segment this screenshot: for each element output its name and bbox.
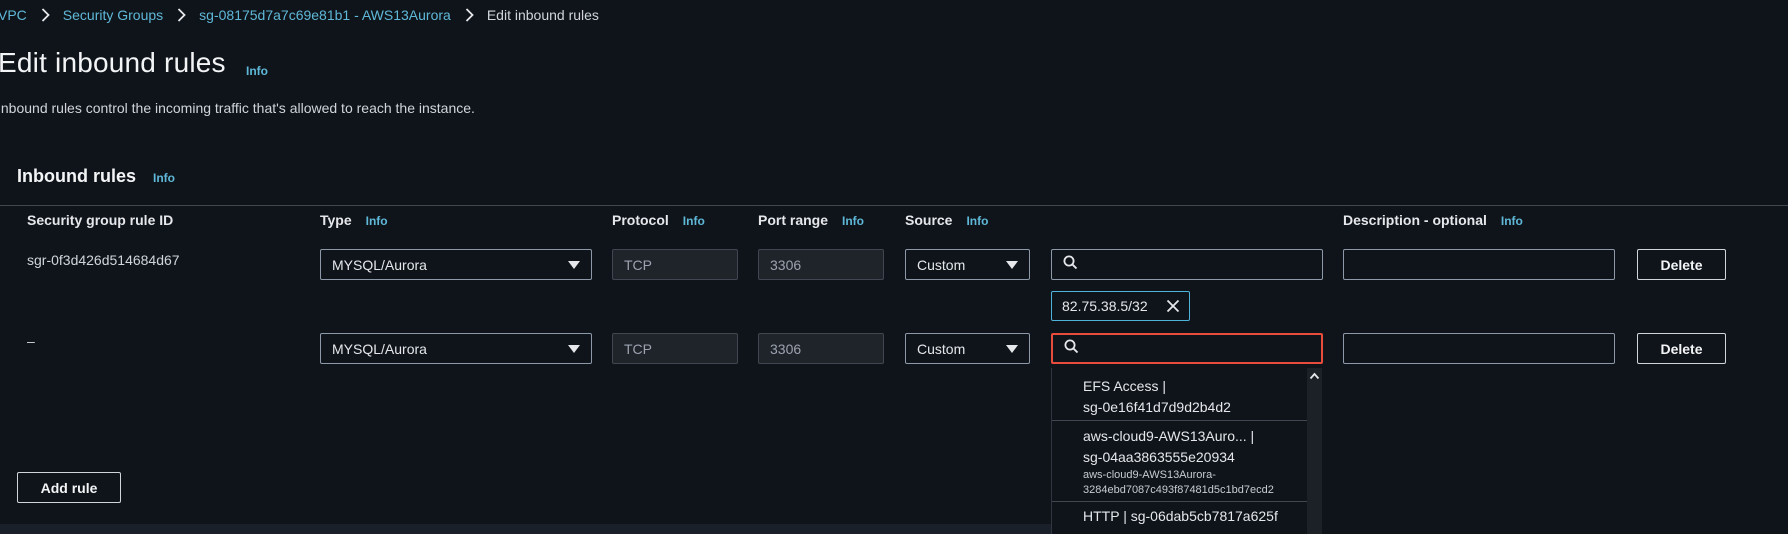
- protocol-field: TCP: [612, 249, 738, 280]
- port-range-info-link[interactable]: Info: [842, 214, 864, 228]
- list-divider: [1052, 420, 1307, 421]
- add-rule-button[interactable]: Add rule: [17, 472, 121, 503]
- search-icon: [1063, 255, 1078, 275]
- chevron-right-icon: [41, 8, 50, 22]
- port-range-field: 3306: [758, 333, 884, 364]
- list-item[interactable]: aws-cloud9-AWS13Auro... | sg-04aa3863555…: [1052, 426, 1307, 498]
- description-info-link[interactable]: Info: [1501, 214, 1523, 228]
- list-divider: [1052, 501, 1307, 502]
- breadcrumb: VPC Security Groups sg-08175d7a7c69e81b1…: [0, 5, 599, 25]
- source-select-value: Custom: [917, 256, 966, 273]
- breadcrumb-current: Edit inbound rules: [486, 7, 599, 23]
- option-id: sg-04aa3863555e20934: [1083, 449, 1235, 465]
- panel-title: Inbound rules: [17, 166, 136, 186]
- breadcrumb-vpc[interactable]: VPC: [0, 7, 27, 23]
- option-description: 3284ebd7087c493f87481d5c1bd7ecd2: [1083, 484, 1274, 496]
- chevron-right-icon: [177, 8, 186, 22]
- column-label: Security group rule ID: [27, 212, 174, 228]
- delete-button[interactable]: Delete: [1637, 333, 1726, 364]
- column-label: Port range: [758, 212, 829, 228]
- search-icon: [1064, 339, 1079, 359]
- source-search-input-active[interactable]: [1051, 333, 1323, 364]
- protocol-info-link[interactable]: Info: [683, 214, 705, 228]
- option-id: sg-0e16f41d7d9d2b4d2: [1083, 399, 1231, 415]
- title-info-link[interactable]: Info: [246, 64, 268, 78]
- chevron-right-icon: [465, 8, 474, 22]
- column-header-type: Type Info: [320, 212, 388, 228]
- description-input[interactable]: [1343, 249, 1615, 280]
- column-header-source: Source Info: [905, 212, 988, 228]
- source-select[interactable]: Custom: [905, 333, 1030, 364]
- type-info-link[interactable]: Info: [366, 214, 388, 228]
- option-title: HTTP | sg-06dab5cb7817a625f: [1083, 508, 1278, 524]
- description-input[interactable]: [1343, 333, 1615, 364]
- port-range-field: 3306: [758, 249, 884, 280]
- protocol-field: TCP: [612, 333, 738, 364]
- type-select[interactable]: MYSQL/Aurora: [320, 249, 592, 280]
- rule-id-cell: –: [27, 333, 35, 349]
- source-token-label: 82.75.38.5/32: [1062, 298, 1148, 314]
- list-item[interactable]: EFS Access | sg-0e16f41d7d9d2b4d2: [1052, 376, 1307, 418]
- source-info-link[interactable]: Info: [966, 214, 988, 228]
- source-options-list: EFS Access | sg-0e16f41d7d9d2b4d2 aws-cl…: [1051, 368, 1307, 534]
- port-range-value: 3306: [770, 340, 802, 357]
- type-select-value: MYSQL/Aurora: [332, 256, 427, 273]
- close-icon[interactable]: [1166, 299, 1180, 313]
- column-label: Type: [320, 212, 352, 228]
- type-select[interactable]: MYSQL/Aurora: [320, 333, 592, 364]
- source-select-value: Custom: [917, 340, 966, 357]
- panel-info-link[interactable]: Info: [153, 171, 175, 185]
- rule-id-cell: sgr-0f3d426d514684d67: [27, 252, 180, 268]
- footer-band: [0, 524, 1051, 534]
- column-header-port-range: Port range Info: [758, 212, 864, 228]
- caret-down-icon: [1006, 345, 1018, 353]
- caret-down-icon: [568, 345, 580, 353]
- chevron-up-icon[interactable]: [1309, 368, 1320, 380]
- delete-button[interactable]: Delete: [1637, 249, 1726, 280]
- column-label: Protocol: [612, 212, 669, 228]
- protocol-value: TCP: [624, 340, 652, 357]
- page-title: Edit inbound rules: [0, 47, 226, 78]
- column-label: Source: [905, 212, 953, 228]
- panel-header-divider: [0, 205, 1788, 206]
- source-token: 82.75.38.5/32: [1051, 291, 1190, 321]
- breadcrumb-security-groups[interactable]: Security Groups: [63, 7, 163, 23]
- column-header-protocol: Protocol Info: [612, 212, 705, 228]
- caret-down-icon: [1006, 261, 1018, 269]
- option-title: EFS Access |: [1083, 378, 1166, 394]
- breadcrumb-security-group[interactable]: sg-08175d7a7c69e81b1 - AWS13Aurora: [199, 7, 451, 23]
- caret-down-icon: [568, 261, 580, 269]
- column-label: Description - optional: [1343, 212, 1487, 228]
- list-scrollbar[interactable]: [1307, 368, 1322, 534]
- port-range-value: 3306: [770, 256, 802, 273]
- column-header-description: Description - optional Info: [1343, 212, 1523, 228]
- option-title: aws-cloud9-AWS13Auro... |: [1083, 428, 1255, 444]
- column-header-rule-id: Security group rule ID: [27, 212, 173, 228]
- list-item[interactable]: HTTP | sg-06dab5cb7817a625f: [1052, 506, 1307, 527]
- page-description: Inbound rules control the incoming traff…: [0, 100, 475, 116]
- source-search-input[interactable]: [1051, 249, 1323, 280]
- type-select-value: MYSQL/Aurora: [332, 340, 427, 357]
- option-description: aws-cloud9-AWS13Aurora-: [1083, 469, 1216, 481]
- source-select[interactable]: Custom: [905, 249, 1030, 280]
- protocol-value: TCP: [624, 256, 652, 273]
